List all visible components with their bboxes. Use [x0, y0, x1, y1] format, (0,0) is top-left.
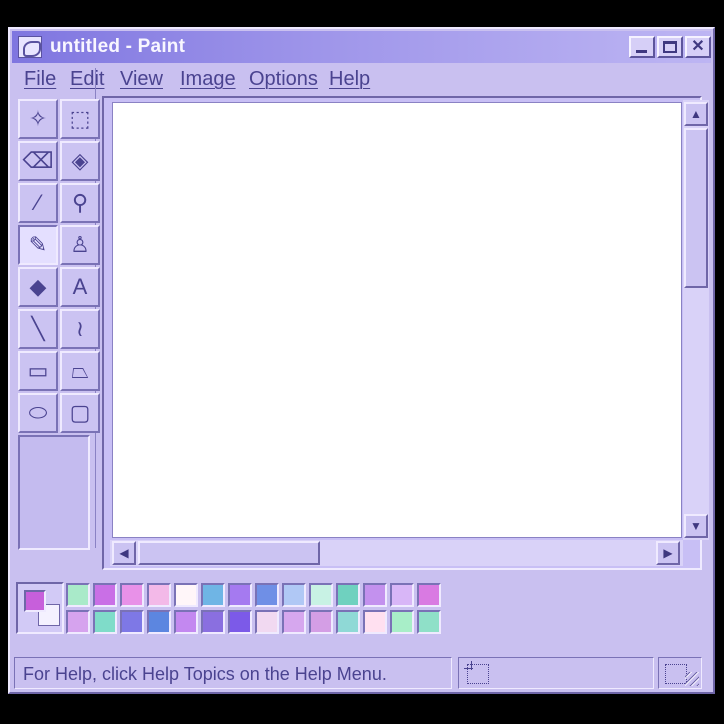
arrow-right-icon: ▶	[663, 546, 673, 560]
palette-swatch[interactable]	[120, 610, 144, 634]
tool-airbrush[interactable]: ◆	[18, 267, 58, 307]
tool-text[interactable]: A	[60, 267, 100, 307]
tool-fill-with-color[interactable]: ◈	[60, 141, 100, 181]
paint-bucket-icon: ◈	[71, 148, 89, 173]
palette-swatch[interactable]	[309, 583, 333, 607]
scroll-left-button[interactable]: ◀	[112, 541, 136, 565]
magnifier-icon: ⚲	[71, 190, 89, 215]
tool-polygon[interactable]: ⏢	[60, 351, 100, 391]
maximize-icon	[663, 41, 677, 53]
maximize-button[interactable]	[657, 36, 683, 58]
pencil-icon: ✎	[28, 232, 48, 257]
tool-pick-color[interactable]: ⁄	[18, 183, 58, 223]
palette-swatch[interactable]	[282, 610, 306, 634]
arrow-down-icon: ▼	[690, 519, 702, 533]
palette-swatch[interactable]	[309, 610, 333, 634]
ellipse-icon: ⬭	[28, 400, 48, 425]
tool-options-box[interactable]	[18, 435, 90, 550]
curve-icon: ≀	[75, 316, 85, 341]
menu-bar: File Edit View Image Options Help	[12, 65, 711, 93]
paint-app-icon[interactable]	[18, 36, 42, 58]
palette-swatch[interactable]	[336, 583, 360, 607]
palette-swatch[interactable]	[147, 610, 171, 634]
palette-swatch[interactable]	[228, 610, 252, 634]
polygon-icon: ⏢	[71, 358, 89, 383]
close-button[interactable]: ✕	[685, 36, 711, 58]
status-size-panel	[658, 657, 702, 689]
tool-free-form-select[interactable]: ✧	[18, 99, 58, 139]
horizontal-scrollbar[interactable]: ◀ ▶	[110, 540, 683, 566]
rounded-rectangle-icon: ▢	[69, 400, 91, 425]
airbrush-icon: ◆	[29, 274, 47, 299]
status-position-panel	[458, 657, 654, 689]
color-box	[8, 574, 708, 644]
palette-swatch[interactable]	[255, 610, 279, 634]
palette-swatch[interactable]	[363, 583, 387, 607]
horizontal-scroll-thumb[interactable]	[138, 541, 320, 565]
tool-line[interactable]: ╲	[18, 309, 58, 349]
status-help-text: For Help, click Help Topics on the Help …	[14, 657, 452, 689]
cursor-position-icon	[464, 661, 489, 684]
scroll-up-button[interactable]: ▲	[684, 102, 708, 126]
scroll-down-button[interactable]: ▼	[684, 514, 708, 538]
color-picker-icon: ⁄	[36, 190, 40, 215]
vertical-scroll-thumb[interactable]	[684, 128, 708, 288]
rectangle-icon: ▭	[27, 358, 49, 383]
tool-rounded-rectangle[interactable]: ▢	[60, 393, 100, 433]
text-icon: A	[72, 274, 88, 299]
tool-eraser[interactable]: ⌫	[18, 141, 58, 181]
palette-swatch[interactable]	[363, 610, 387, 634]
selection-size-icon	[665, 664, 687, 684]
window-title: untitled - Paint	[50, 36, 186, 57]
palette-swatch[interactable]	[390, 610, 414, 634]
palette-swatch[interactable]	[417, 610, 441, 634]
minimize-icon	[636, 50, 647, 53]
palette-swatch[interactable]	[120, 583, 144, 607]
status-bar: For Help, click Help Topics on the Help …	[8, 655, 708, 691]
palette-swatch[interactable]	[93, 610, 117, 634]
palette-swatch[interactable]	[336, 610, 360, 634]
palette-swatch[interactable]	[174, 610, 198, 634]
tool-brush[interactable]: ♙	[60, 225, 100, 265]
arrow-up-icon: ▲	[690, 107, 702, 121]
tool-ellipse[interactable]: ⬭	[18, 393, 58, 433]
palette-swatch[interactable]	[282, 583, 306, 607]
menu-help[interactable]: Help	[329, 68, 370, 91]
brush-icon: ♙	[70, 232, 90, 257]
drawing-canvas[interactable]	[112, 102, 682, 538]
palette-swatch[interactable]	[228, 583, 252, 607]
palette-swatch[interactable]	[417, 583, 441, 607]
resize-grip[interactable]	[685, 672, 699, 686]
palette-swatch[interactable]	[390, 583, 414, 607]
palette-swatch[interactable]	[147, 583, 171, 607]
menu-image[interactable]: Image	[180, 68, 236, 91]
tool-pencil[interactable]: ✎	[18, 225, 58, 265]
palette-swatch[interactable]	[174, 583, 198, 607]
palette-swatch[interactable]	[66, 583, 90, 607]
line-icon: ╲	[31, 316, 45, 341]
current-colors[interactable]	[16, 582, 64, 634]
palette-swatch[interactable]	[201, 583, 225, 607]
tool-rectangle[interactable]: ▭	[18, 351, 58, 391]
rectangle-select-icon: ⬚	[69, 106, 91, 131]
menu-options[interactable]: Options	[249, 68, 318, 91]
minimize-button[interactable]	[629, 36, 655, 58]
foreground-color-swatch[interactable]	[24, 590, 46, 612]
title-bar[interactable]: untitled - Paint ✕	[12, 31, 711, 63]
palette-swatch[interactable]	[255, 583, 279, 607]
menu-view[interactable]: View	[120, 68, 163, 91]
palette-swatch[interactable]	[66, 610, 90, 634]
palette-swatch[interactable]	[93, 583, 117, 607]
close-icon: ✕	[691, 38, 705, 55]
scroll-right-button[interactable]: ▶	[656, 541, 680, 565]
free-form-select-icon: ✧	[28, 106, 48, 131]
vertical-scrollbar[interactable]: ▲ ▼	[683, 100, 709, 540]
eraser-icon: ⌫	[22, 148, 54, 173]
palette-swatch[interactable]	[201, 610, 225, 634]
arrow-left-icon: ◀	[119, 546, 129, 560]
tool-curve[interactable]: ≀	[60, 309, 100, 349]
tool-select[interactable]: ⬚	[60, 99, 100, 139]
tool-magnifier[interactable]: ⚲	[60, 183, 100, 223]
